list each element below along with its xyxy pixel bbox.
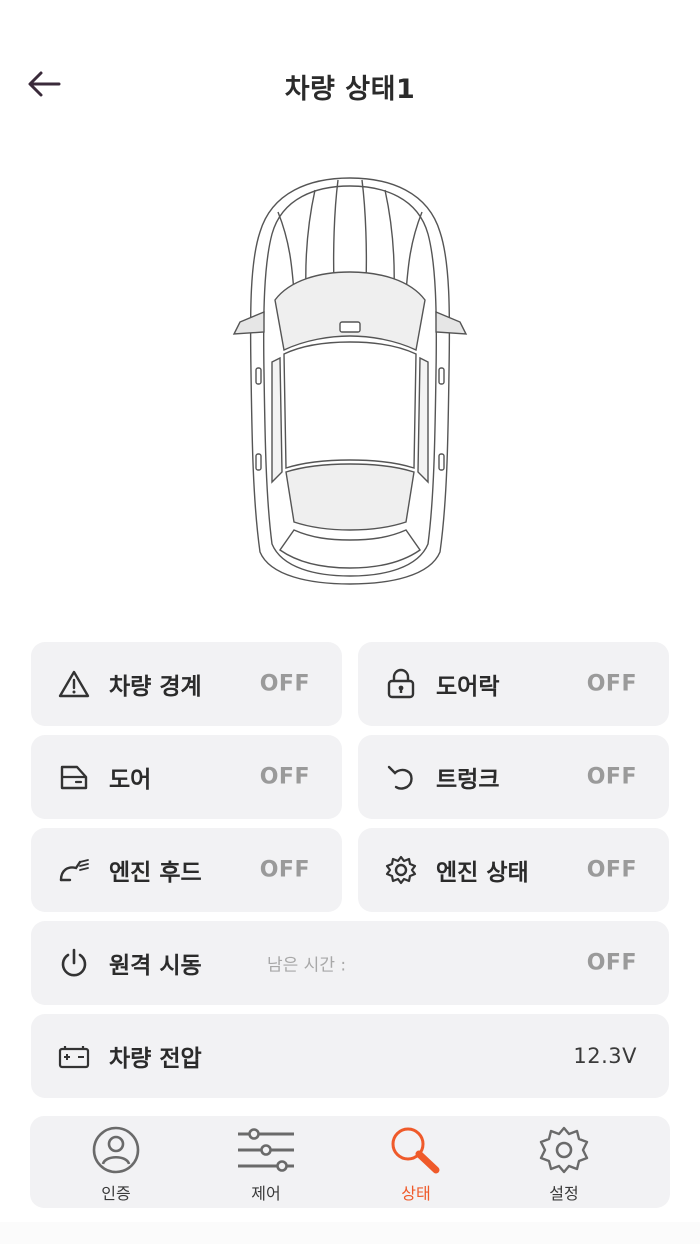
gear-icon	[384, 853, 418, 887]
engine-hood-icon	[57, 853, 91, 887]
remaining-time-label: 남은 시간 :	[267, 955, 347, 976]
remote-start-card[interactable]: 원격 시동 남은 시간 : OFF	[31, 921, 669, 1005]
nav-item-status[interactable]: 상태	[366, 1124, 466, 1204]
nav-item-auth[interactable]: 인증	[66, 1124, 166, 1204]
trunk-card[interactable]: 트렁크 OFF	[358, 735, 669, 819]
trunk-icon	[384, 760, 418, 794]
car-door-icon	[57, 760, 91, 794]
alarm-card[interactable]: 차량 경계 OFF	[31, 642, 342, 726]
warning-triangle-icon	[57, 667, 91, 701]
header: 차량 상태1	[0, 50, 700, 120]
nav-label-status: 상태	[401, 1184, 431, 1203]
voltage-label: 차량 전압	[109, 1046, 202, 1072]
voltage-card: 차량 전압 12.3V	[31, 1014, 669, 1098]
page-title: 차량 상태1	[284, 74, 416, 105]
bottom-nav: 인증 제어 상태 설정	[30, 1116, 670, 1208]
doorlock-value: OFF	[586, 671, 637, 697]
trunk-label: 트렁크	[436, 767, 500, 793]
home-indicator-bar	[0, 1222, 700, 1244]
battery-icon	[57, 1039, 91, 1073]
car-illustration	[220, 172, 480, 592]
trunk-value: OFF	[586, 764, 637, 790]
engine-label: 엔진 상태	[436, 860, 529, 886]
remote-start-value: OFF	[586, 950, 637, 976]
voltage-value: 12.3V	[573, 1044, 637, 1068]
power-icon	[57, 946, 91, 980]
nav-item-control[interactable]: 제어	[216, 1124, 316, 1204]
nav-label-control: 제어	[251, 1184, 281, 1203]
hood-value: OFF	[259, 857, 310, 883]
engine-value: OFF	[586, 857, 637, 883]
alarm-label: 차량 경계	[109, 674, 202, 700]
engine-card[interactable]: 엔진 상태 OFF	[358, 828, 669, 912]
user-icon	[84, 1124, 148, 1176]
doorlock-card[interactable]: 도어락 OFF	[358, 642, 669, 726]
sliders-icon	[234, 1124, 298, 1176]
nav-label-auth: 인증	[101, 1184, 131, 1203]
hood-card[interactable]: 엔진 후드 OFF	[31, 828, 342, 912]
doorlock-label: 도어락	[436, 674, 500, 700]
door-card[interactable]: 도어 OFF	[31, 735, 342, 819]
hood-label: 엔진 후드	[109, 860, 202, 886]
door-label: 도어	[109, 767, 152, 793]
remote-start-label: 원격 시동	[109, 953, 202, 979]
gear-icon	[532, 1124, 596, 1176]
search-icon	[384, 1124, 448, 1176]
lock-icon	[384, 667, 418, 701]
nav-label-settings: 설정	[549, 1184, 579, 1203]
door-value: OFF	[259, 764, 310, 790]
alarm-value: OFF	[259, 671, 310, 697]
nav-item-settings[interactable]: 설정	[514, 1124, 614, 1204]
